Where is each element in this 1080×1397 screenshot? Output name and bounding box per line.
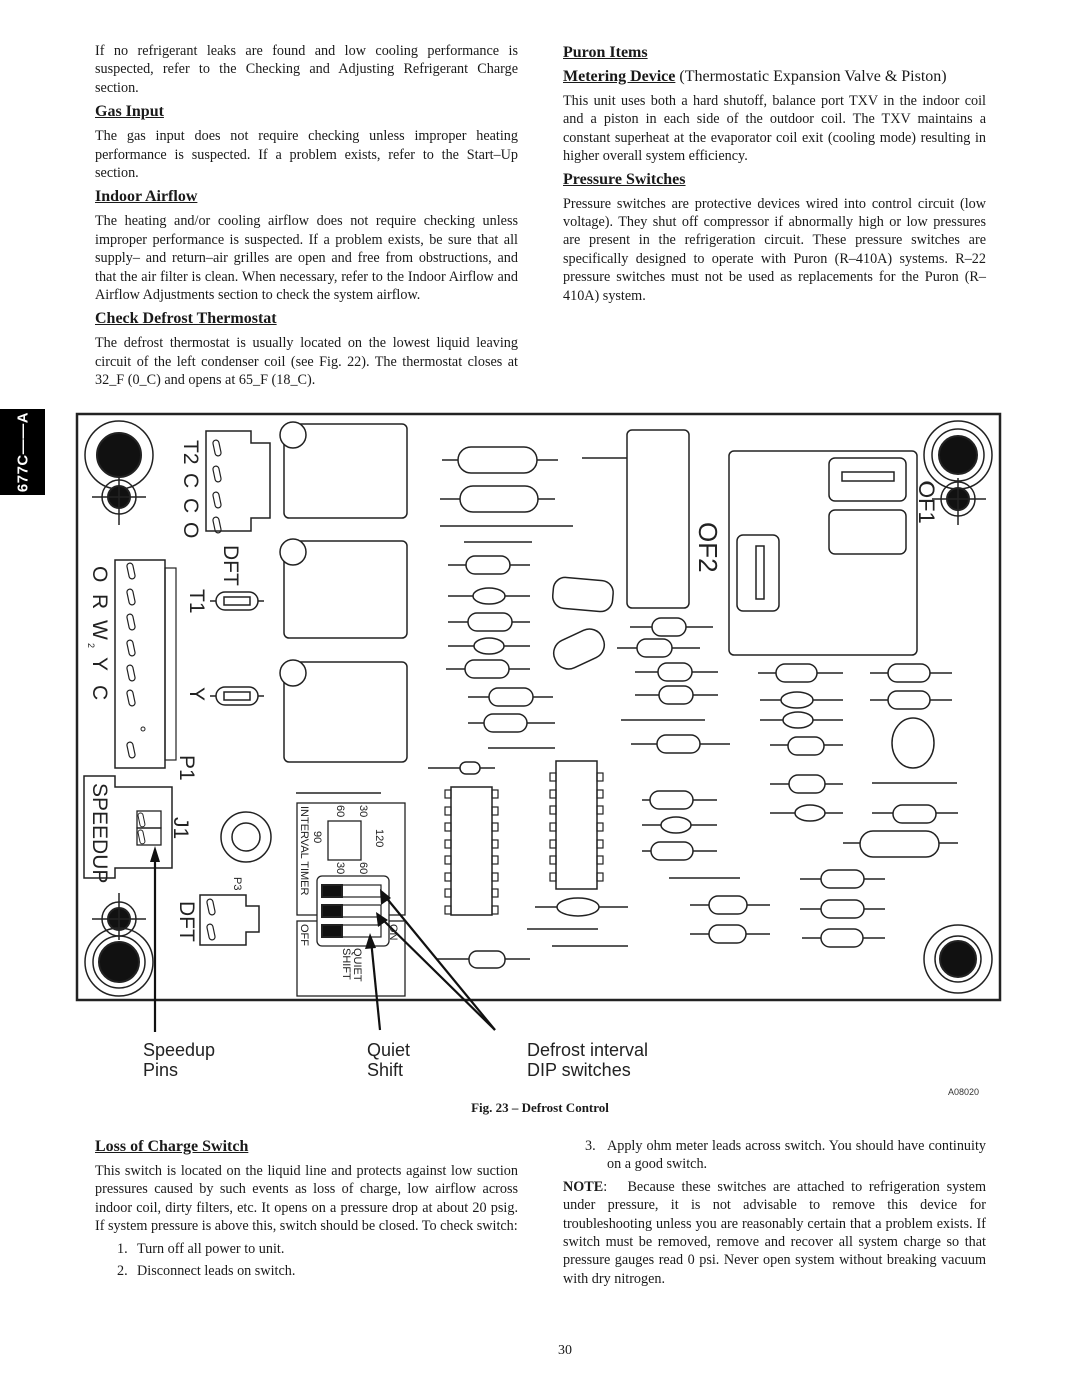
pressure-switches-body: Pressure switches are protective devices… <box>563 195 986 304</box>
callout-defrost-line2: DIP switches <box>527 1060 631 1080</box>
label-p3: P3 <box>231 877 243 890</box>
metering-device-heading: Metering Device (Thermostatic Expansion … <box>563 66 986 88</box>
label-of1: OF1 <box>914 481 939 524</box>
label-y-relay: Y <box>185 687 208 701</box>
label-30b: 30 <box>334 862 346 874</box>
label-c: C <box>88 685 111 700</box>
relay-3 <box>279 659 408 763</box>
mounting-hole-bottom-right <box>923 924 993 994</box>
label-on: ON <box>387 924 399 941</box>
pressure-switches-heading: Pressure Switches <box>563 170 686 188</box>
step-1-text: Turn off all power to unit. <box>137 1240 285 1257</box>
note-body: : Because these switches are attached to… <box>563 1178 990 1287</box>
figure-id: A08020 <box>948 1087 980 1097</box>
label-shift: SHIFT <box>340 948 352 980</box>
defrost-thermostat-heading: Check Defrost Thermostat <box>95 310 277 328</box>
callout-defrost-interval: Defrost interval DIP switches <box>527 1040 648 1080</box>
label-o-top: O <box>179 522 202 538</box>
ic-chip-1 <box>444 786 499 916</box>
label-of2: OF2 <box>693 522 723 573</box>
label-y: Y <box>88 657 111 671</box>
figure-caption: Fig. 23 – Defrost Control <box>471 1100 609 1115</box>
metering-device-subtitle: (Thermostatic Expansion Valve & Piston) <box>675 68 947 85</box>
callout-quiet-line1: Quiet <box>367 1040 411 1060</box>
mounting-hole-top-left <box>84 420 154 525</box>
loss-of-charge-continued: 3. Apply ohm meter leads across switch. … <box>563 1137 986 1288</box>
label-t2: T2 <box>179 440 202 465</box>
label-dft-top: DFT <box>219 545 242 586</box>
p3-component <box>220 811 272 863</box>
intro-paragraph: If no refrigerant leaks are found and lo… <box>95 43 518 96</box>
gas-input-body: The gas input does not require checking … <box>95 128 518 182</box>
p1-connector <box>114 559 177 769</box>
indoor-airflow-body: The heating and/or cooling airflow does … <box>95 213 518 304</box>
relay-2 <box>279 538 408 639</box>
dft-connector-top <box>205 430 271 534</box>
step-2-text: Disconnect leads on switch. <box>137 1263 296 1280</box>
step-1-number: 1. <box>117 1240 128 1257</box>
label-w-subscript: 2 <box>86 643 96 648</box>
callout-speedup-line2: Pins <box>143 1060 179 1080</box>
step-2: 2. Disconnect leads on switch. <box>95 1262 518 1280</box>
defrost-control-diagram: T2 C C O DFT O R W 2 Y C T1 Y P1 SPEEDUP… <box>75 412 1002 1032</box>
resistor-bank-left <box>428 446 573 775</box>
label-p1: P1 <box>175 755 198 781</box>
label-dft-bottom: DFT <box>175 901 198 942</box>
defrost-thermostat-body: The defrost thermostat is usually locate… <box>95 335 518 389</box>
capacitor-2 <box>552 628 606 670</box>
of2-relay <box>582 429 690 609</box>
note-paragraph: NOTE: Because these switches are attache… <box>563 1178 986 1288</box>
note-label: NOTE <box>563 1178 604 1195</box>
capacitor-1 <box>551 576 614 613</box>
label-interval-timer: INTERVAL TIMER <box>298 806 310 896</box>
label-c2: C <box>179 498 202 513</box>
metering-device-title: Metering Device <box>563 68 676 85</box>
label-o: O <box>88 566 111 582</box>
callout-speedup-pins: Speedup Pins <box>143 1040 215 1080</box>
loss-of-charge-heading: Loss of Charge Switch <box>95 1138 249 1155</box>
label-w: W <box>88 620 111 640</box>
callout-defrost-line1: Defrost interval <box>527 1040 649 1060</box>
indoor-airflow-heading: Indoor Airflow <box>95 188 198 206</box>
t1-component <box>210 591 264 611</box>
step-3-number: 3. <box>585 1138 596 1154</box>
left-column: If no refrigerant leaks are found and lo… <box>95 42 518 390</box>
right-column: Puron Items Metering Device (Thermostati… <box>563 43 986 305</box>
ic-chip-2 <box>549 760 604 890</box>
label-60b: 60 <box>357 862 369 874</box>
callout-quiet-line2: Shift <box>367 1060 404 1080</box>
label-120: 120 <box>373 829 385 847</box>
relay-1 <box>279 421 408 519</box>
metering-device-body: This unit uses both a hard shutoff, bala… <box>563 93 986 165</box>
mounting-hole-bottom-left <box>84 893 154 997</box>
label-60a: 60 <box>334 805 346 817</box>
callout-quiet-shift: Quiet Shift <box>367 1040 410 1080</box>
step-1: 1. Turn off all power to unit. <box>95 1240 518 1258</box>
of1-relay <box>728 450 935 656</box>
step-2-number: 2. <box>117 1263 128 1280</box>
puron-items-heading: Puron Items <box>563 44 648 61</box>
label-r: R <box>88 594 111 609</box>
callout-speedup-line1: Speedup <box>143 1040 216 1060</box>
step-3-text: Apply ohm meter leads across switch. You… <box>607 1138 986 1173</box>
dft-connector-bottom <box>199 894 260 946</box>
loss-of-charge-body: This switch is located on the liquid lin… <box>95 1163 518 1235</box>
label-t1: T1 <box>185 589 208 614</box>
label-90: 90 <box>311 831 323 843</box>
page-number: 30 <box>558 1343 572 1358</box>
label-off: OFF <box>298 924 310 946</box>
label-j1: J1 <box>169 817 192 839</box>
loss-of-charge-section: Loss of Charge Switch This switch is loc… <box>95 1137 518 1280</box>
y-component <box>210 686 264 706</box>
label-speedup: SPEEDUP <box>88 783 111 883</box>
step-3: 3. Apply ohm meter leads across switch. … <box>563 1137 986 1174</box>
label-c1: C <box>179 473 202 488</box>
gas-input-heading: Gas Input <box>95 103 164 121</box>
label-30a: 30 <box>357 805 369 817</box>
